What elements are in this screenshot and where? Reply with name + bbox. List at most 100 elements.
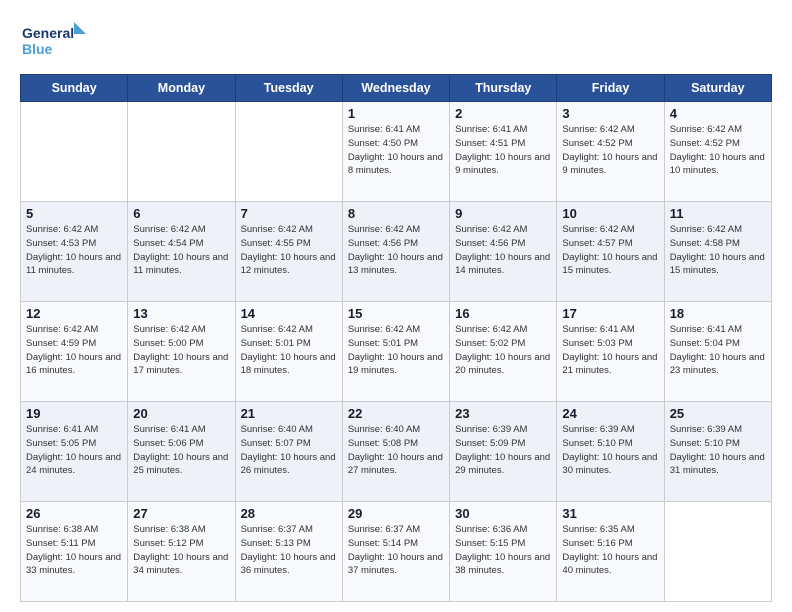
calendar-cell: 26Sunrise: 6:38 AM Sunset: 5:11 PM Dayli… — [21, 502, 128, 602]
day-number: 11 — [670, 206, 766, 221]
calendar-cell: 27 Sunrise: 6:38 AM Sunset: 5:12 PM Dayli… — [128, 502, 235, 602]
calendar-cell: 24Sunrise: 6:39 AM Sunset: 5:10 PM Dayli… — [557, 402, 664, 502]
calendar-cell: 4 Sunrise: 6:42 AM Sunset: 4:52 PM Daylig… — [664, 102, 771, 202]
day-number: 10 — [562, 206, 658, 221]
day-number: 21 — [241, 406, 337, 421]
day-number: 20 — [133, 406, 229, 421]
day-info: Sunrise: 6:39 AM Sunset: 5:10 PM Dayligh… — [670, 423, 766, 478]
day-info: Sunrise: 6:41 AM Sunset: 5:03 PM Dayligh… — [562, 323, 658, 378]
day-number: 9 — [455, 206, 551, 221]
calendar-cell: 23 Sunrise: 6:39 AM Sunset: 5:09 PM Dayli… — [450, 402, 557, 502]
day-info: Sunrise: 6:38 AM Sunset: 5:12 PM Dayligh… — [133, 523, 229, 578]
day-number: 4 — [670, 106, 766, 121]
calendar-cell: 3Sunrise: 6:42 AM Sunset: 4:52 PM Daylig… — [557, 102, 664, 202]
day-number: 19 — [26, 406, 122, 421]
day-info: Sunrise: 6:42 AM Sunset: 4:52 PM Dayligh… — [670, 123, 766, 178]
day-number: 14 — [241, 306, 337, 321]
day-info: Sunrise: 6:42 AM Sunset: 4:53 PM Dayligh… — [26, 223, 122, 278]
calendar-cell: 11 Sunrise: 6:42 AM Sunset: 4:58 PM Dayli… — [664, 202, 771, 302]
day-info: Sunrise: 6:41 AM Sunset: 4:50 PM Dayligh… — [348, 123, 444, 178]
day-info: Sunrise: 6:41 AM Sunset: 4:51 PM Dayligh… — [455, 123, 551, 178]
calendar-cell: 12Sunrise: 6:42 AM Sunset: 4:59 PM Dayli… — [21, 302, 128, 402]
day-number: 7 — [241, 206, 337, 221]
day-number: 27 — [133, 506, 229, 521]
weekday-header-friday: Friday — [557, 75, 664, 102]
day-info: Sunrise: 6:42 AM Sunset: 4:56 PM Dayligh… — [348, 223, 444, 278]
day-number: 17 — [562, 306, 658, 321]
calendar-cell: 25 Sunrise: 6:39 AM Sunset: 5:10 PM Dayli… — [664, 402, 771, 502]
day-number: 28 — [241, 506, 337, 521]
svg-text:General: General — [22, 25, 74, 41]
day-info: Sunrise: 6:42 AM Sunset: 4:57 PM Dayligh… — [562, 223, 658, 278]
svg-text:Blue: Blue — [22, 41, 53, 57]
logo: General Blue — [20, 16, 90, 64]
day-number: 1 — [348, 106, 444, 121]
calendar-week-row: 12Sunrise: 6:42 AM Sunset: 4:59 PM Dayli… — [21, 302, 772, 402]
day-number: 31 — [562, 506, 658, 521]
weekday-header-row: SundayMondayTuesdayWednesdayThursdayFrid… — [21, 75, 772, 102]
day-info: Sunrise: 6:40 AM Sunset: 5:07 PM Dayligh… — [241, 423, 337, 478]
day-info: Sunrise: 6:38 AM Sunset: 5:11 PM Dayligh… — [26, 523, 122, 578]
day-info: Sunrise: 6:42 AM Sunset: 4:58 PM Dayligh… — [670, 223, 766, 278]
calendar-week-row: 5 Sunrise: 6:42 AM Sunset: 4:53 PM Daylig… — [21, 202, 772, 302]
calendar-week-row: 19 Sunrise: 6:41 AM Sunset: 5:05 PM Dayli… — [21, 402, 772, 502]
weekday-header-tuesday: Tuesday — [235, 75, 342, 102]
calendar-cell — [664, 502, 771, 602]
day-info: Sunrise: 6:41 AM Sunset: 5:06 PM Dayligh… — [133, 423, 229, 478]
calendar-cell: 20 Sunrise: 6:41 AM Sunset: 5:06 PM Dayli… — [128, 402, 235, 502]
day-info: Sunrise: 6:39 AM Sunset: 5:09 PM Dayligh… — [455, 423, 551, 478]
calendar-cell: 6Sunrise: 6:42 AM Sunset: 4:54 PM Daylig… — [128, 202, 235, 302]
calendar-cell: 7Sunrise: 6:42 AM Sunset: 4:55 PM Daylig… — [235, 202, 342, 302]
logo-svg: General Blue — [20, 16, 90, 64]
day-number: 24 — [562, 406, 658, 421]
calendar-cell: 5 Sunrise: 6:42 AM Sunset: 4:53 PM Daylig… — [21, 202, 128, 302]
calendar-cell: 18 Sunrise: 6:41 AM Sunset: 5:04 PM Dayli… — [664, 302, 771, 402]
day-info: Sunrise: 6:37 AM Sunset: 5:14 PM Dayligh… — [348, 523, 444, 578]
calendar-cell: 1 Sunrise: 6:41 AM Sunset: 4:50 PM Daylig… — [342, 102, 449, 202]
day-info: Sunrise: 6:40 AM Sunset: 5:08 PM Dayligh… — [348, 423, 444, 478]
day-number: 16 — [455, 306, 551, 321]
day-number: 18 — [670, 306, 766, 321]
calendar-cell — [235, 102, 342, 202]
calendar-cell: 14Sunrise: 6:42 AM Sunset: 5:01 PM Dayli… — [235, 302, 342, 402]
calendar-cell: 13 Sunrise: 6:42 AM Sunset: 5:00 PM Dayli… — [128, 302, 235, 402]
calendar-table: SundayMondayTuesdayWednesdayThursdayFrid… — [20, 74, 772, 602]
day-number: 22 — [348, 406, 444, 421]
day-number: 30 — [455, 506, 551, 521]
day-number: 8 — [348, 206, 444, 221]
day-info: Sunrise: 6:42 AM Sunset: 5:01 PM Dayligh… — [348, 323, 444, 378]
day-number: 13 — [133, 306, 229, 321]
weekday-header-monday: Monday — [128, 75, 235, 102]
day-number: 2 — [455, 106, 551, 121]
day-info: Sunrise: 6:42 AM Sunset: 5:02 PM Dayligh… — [455, 323, 551, 378]
calendar-cell: 19 Sunrise: 6:41 AM Sunset: 5:05 PM Dayli… — [21, 402, 128, 502]
day-info: Sunrise: 6:35 AM Sunset: 5:16 PM Dayligh… — [562, 523, 658, 578]
calendar-cell: 8 Sunrise: 6:42 AM Sunset: 4:56 PM Daylig… — [342, 202, 449, 302]
page: General Blue SundayMondayTuesdayWednesda… — [0, 0, 792, 612]
calendar-week-row: 1 Sunrise: 6:41 AM Sunset: 4:50 PM Daylig… — [21, 102, 772, 202]
day-info: Sunrise: 6:42 AM Sunset: 4:52 PM Dayligh… — [562, 123, 658, 178]
day-number: 23 — [455, 406, 551, 421]
calendar-cell: 28 Sunrise: 6:37 AM Sunset: 5:13 PM Dayli… — [235, 502, 342, 602]
day-number: 6 — [133, 206, 229, 221]
day-info: Sunrise: 6:42 AM Sunset: 4:56 PM Dayligh… — [455, 223, 551, 278]
day-number: 25 — [670, 406, 766, 421]
day-info: Sunrise: 6:41 AM Sunset: 5:05 PM Dayligh… — [26, 423, 122, 478]
day-number: 29 — [348, 506, 444, 521]
weekday-header-sunday: Sunday — [21, 75, 128, 102]
calendar-cell: 30Sunrise: 6:36 AM Sunset: 5:15 PM Dayli… — [450, 502, 557, 602]
calendar-cell: 16 Sunrise: 6:42 AM Sunset: 5:02 PM Dayli… — [450, 302, 557, 402]
day-number: 5 — [26, 206, 122, 221]
day-info: Sunrise: 6:42 AM Sunset: 5:00 PM Dayligh… — [133, 323, 229, 378]
calendar-cell — [128, 102, 235, 202]
calendar-cell — [21, 102, 128, 202]
calendar-cell: 15Sunrise: 6:42 AM Sunset: 5:01 PM Dayli… — [342, 302, 449, 402]
weekday-header-thursday: Thursday — [450, 75, 557, 102]
header: General Blue — [20, 16, 772, 64]
day-number: 12 — [26, 306, 122, 321]
calendar-cell: 21 Sunrise: 6:40 AM Sunset: 5:07 PM Dayli… — [235, 402, 342, 502]
calendar-cell: 17 Sunrise: 6:41 AM Sunset: 5:03 PM Dayli… — [557, 302, 664, 402]
day-info: Sunrise: 6:37 AM Sunset: 5:13 PM Dayligh… — [241, 523, 337, 578]
calendar-cell: 10 Sunrise: 6:42 AM Sunset: 4:57 PM Dayli… — [557, 202, 664, 302]
day-info: Sunrise: 6:41 AM Sunset: 5:04 PM Dayligh… — [670, 323, 766, 378]
